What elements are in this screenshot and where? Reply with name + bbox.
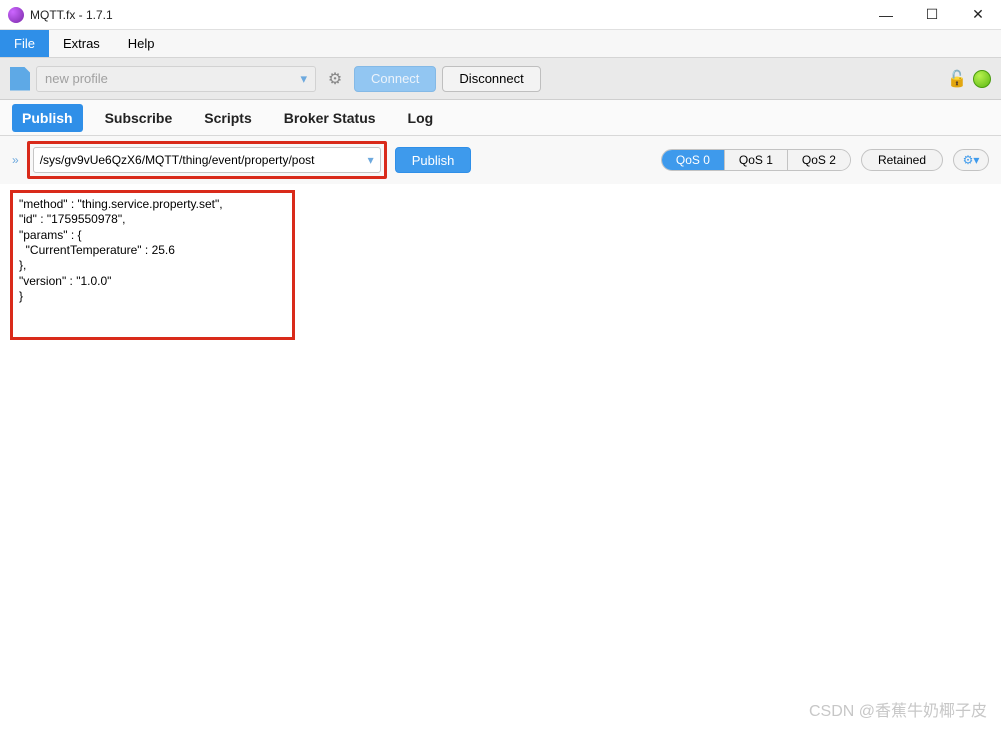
menu-extras[interactable]: Extras <box>49 30 114 57</box>
window-title: MQTT.fx - 1.7.1 <box>30 8 113 22</box>
topic-value: /sys/gv9vUe6QzX6/MQTT/thing/event/proper… <box>40 153 315 167</box>
expand-chevron-icon[interactable]: » <box>12 153 19 167</box>
connection-status-area: 🔓 <box>947 69 991 89</box>
toolbar: new profile ▾ ⚙ Connect Disconnect 🔓 <box>0 58 1001 100</box>
payload-editor[interactable]: "method" : "thing.service.property.set",… <box>10 190 295 340</box>
document-icon <box>10 67 30 91</box>
window-controls: — ☐ ✕ <box>863 0 1001 30</box>
gear-icon: ⚙▾ <box>963 153 980 167</box>
chevron-down-icon: ▾ <box>368 153 374 167</box>
qos-1[interactable]: QoS 1 <box>725 150 788 170</box>
profile-placeholder: new profile <box>45 71 108 86</box>
tab-publish[interactable]: Publish <box>12 104 83 132</box>
menubar: File Extras Help <box>0 30 1001 58</box>
qos-2[interactable]: QoS 2 <box>788 150 850 170</box>
settings-gear-icon[interactable]: ⚙ <box>322 66 348 92</box>
titlebar: MQTT.fx - 1.7.1 — ☐ ✕ <box>0 0 1001 30</box>
tab-subscribe[interactable]: Subscribe <box>95 104 183 132</box>
maximize-button[interactable]: ☐ <box>909 0 955 30</box>
connection-status-dot <box>973 70 991 88</box>
close-button[interactable]: ✕ <box>955 0 1001 30</box>
watermark: CSDN @香蕉牛奶椰子皮 <box>809 697 987 721</box>
qos-0[interactable]: QoS 0 <box>662 150 725 170</box>
qos-selector: QoS 0 QoS 1 QoS 2 <box>661 149 851 171</box>
publish-button[interactable]: Publish <box>395 147 472 173</box>
tab-row: Publish Subscribe Scripts Broker Status … <box>0 100 1001 136</box>
tab-log[interactable]: Log <box>398 104 444 132</box>
chevron-down-icon: ▾ <box>300 71 307 87</box>
retained-toggle[interactable]: Retained <box>861 149 943 171</box>
topic-highlight-box: /sys/gv9vUe6QzX6/MQTT/thing/event/proper… <box>27 141 387 179</box>
payload-area: "method" : "thing.service.property.set",… <box>0 184 1001 729</box>
unlock-icon: 🔓 <box>947 69 967 89</box>
topic-input[interactable]: /sys/gv9vUe6QzX6/MQTT/thing/event/proper… <box>33 147 381 173</box>
connect-button[interactable]: Connect <box>354 66 436 92</box>
publish-options: QoS 0 QoS 1 QoS 2 Retained ⚙▾ <box>661 149 989 171</box>
publish-format-menu[interactable]: ⚙▾ <box>953 149 989 171</box>
menu-file[interactable]: File <box>0 30 49 57</box>
tab-broker-status[interactable]: Broker Status <box>274 104 386 132</box>
profile-select[interactable]: new profile ▾ <box>36 66 316 92</box>
minimize-button[interactable]: — <box>863 0 909 30</box>
publish-controls-row: » /sys/gv9vUe6QzX6/MQTT/thing/event/prop… <box>0 136 1001 184</box>
disconnect-button[interactable]: Disconnect <box>442 66 540 92</box>
tab-scripts[interactable]: Scripts <box>194 104 261 132</box>
app-icon <box>8 7 24 23</box>
menu-help[interactable]: Help <box>114 30 169 57</box>
